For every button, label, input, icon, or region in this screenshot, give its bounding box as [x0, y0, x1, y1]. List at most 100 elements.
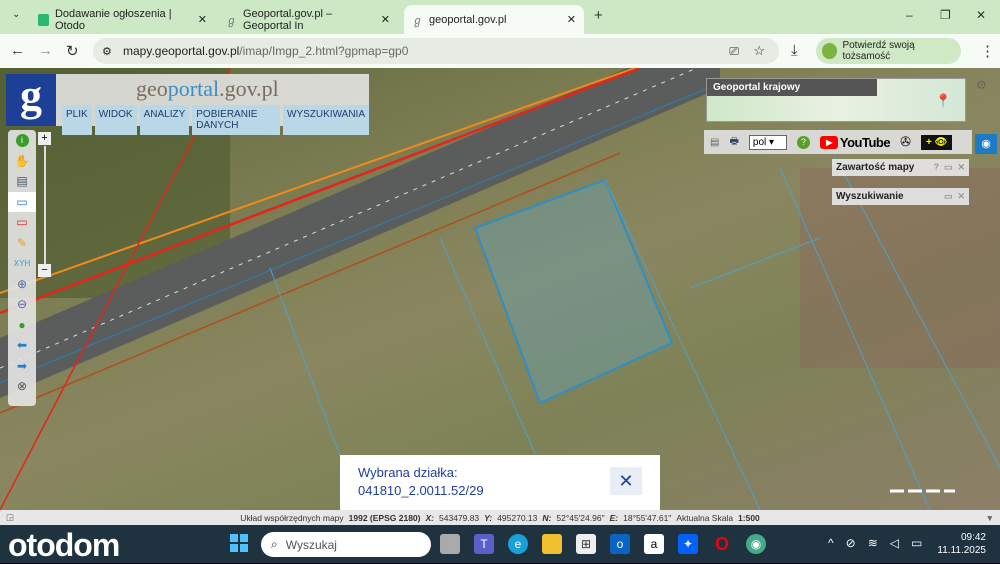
- tab-geoportal-info[interactable]: ℊ Geoportal.gov.pl – Geoportal In ✕: [218, 5, 398, 34]
- back-icon[interactable]: ←: [10, 42, 25, 59]
- url-host: mapy.geoportal.gov.pl: [123, 44, 240, 58]
- outlook-icon[interactable]: o: [610, 534, 630, 554]
- eye-view-icon[interactable]: ◉: [975, 134, 997, 154]
- menu-wyszukiwania[interactable]: WYSZUKIWANIA: [283, 105, 369, 135]
- reload-icon[interactable]: ↻: [66, 42, 79, 60]
- zoom-in-icon[interactable]: ⊕: [8, 274, 36, 295]
- notifications-off-icon[interactable]: ⊘: [846, 536, 856, 550]
- panel-title: Wyszukiwanie: [836, 191, 904, 202]
- wifi-icon[interactable]: ≋: [868, 536, 878, 550]
- close-icon[interactable]: ✕: [957, 162, 965, 173]
- help-icon[interactable]: ?: [796, 135, 810, 149]
- overview-map[interactable]: Geoportal krajowy 📍: [706, 78, 966, 122]
- store-icon[interactable]: ⊞: [576, 534, 596, 554]
- legend-icon[interactable]: ▤: [8, 171, 36, 192]
- start-icon[interactable]: [230, 534, 248, 552]
- download-icon[interactable]: ⤓: [791, 42, 798, 59]
- tab-geoportal[interactable]: ℊ geoportal.gov.pl ✕: [404, 5, 584, 34]
- site-info-icon[interactable]: ⚙: [102, 45, 112, 58]
- help-icon[interactable]: ?: [933, 162, 939, 173]
- edge-icon[interactable]: e: [508, 534, 528, 554]
- language-select[interactable]: pol ▾: [748, 134, 787, 150]
- overview-map-title: Geoportal krajowy: [707, 79, 877, 96]
- volume-icon[interactable]: ◁: [890, 536, 899, 550]
- select-red-icon[interactable]: ▭: [8, 212, 36, 233]
- dropbox-icon[interactable]: ✦: [678, 534, 698, 554]
- x-coordinate: 543479.83: [438, 512, 480, 523]
- file-explorer-icon[interactable]: [542, 534, 562, 554]
- close-icon[interactable]: ✕: [957, 191, 965, 202]
- tab-search-icon[interactable]: ⌄: [12, 9, 20, 20]
- list-icon[interactable]: ▤: [710, 137, 719, 148]
- chrome-icon[interactable]: ◉: [746, 534, 766, 554]
- menu-pobieranie-danych[interactable]: POBIERANIE DANYCH: [192, 105, 281, 135]
- panel-map-contents[interactable]: Zawartość mapy ? ▭ ✕: [832, 159, 969, 176]
- tab-title: Geoportal.gov.pl – Geoportal In: [243, 7, 333, 32]
- pencil-icon[interactable]: ✎: [8, 233, 36, 254]
- menu-icon[interactable]: ⋮: [980, 42, 995, 60]
- panel-title: Zawartość mapy: [836, 162, 915, 173]
- show-hidden-icon[interactable]: ^: [828, 536, 834, 550]
- close-tab-icon[interactable]: ✕: [198, 13, 207, 26]
- battery-icon[interactable]: ▭: [911, 536, 922, 550]
- taskbar-search[interactable]: ⌕ Wyszukaj: [261, 532, 431, 557]
- close-tab-icon[interactable]: ✕: [381, 13, 390, 26]
- minimize-button[interactable]: –: [906, 8, 913, 22]
- film-reel-icon[interactable]: ✇: [900, 134, 911, 150]
- geoportal-logo[interactable]: g: [6, 74, 56, 126]
- menu-widok[interactable]: WIDOK: [94, 105, 137, 135]
- verify-label: Potwierdź swoją tożsamość: [842, 40, 915, 62]
- amazon-icon[interactable]: a: [644, 534, 664, 554]
- maximize-icon[interactable]: ▭: [944, 162, 953, 173]
- close-window-button[interactable]: ✕: [976, 8, 986, 22]
- xyh-icon[interactable]: XYH: [8, 253, 36, 274]
- zoom-in-button[interactable]: +: [38, 132, 51, 145]
- install-app-icon[interactable]: ⎚: [729, 44, 739, 59]
- task-view-icon[interactable]: [440, 534, 460, 554]
- selected-parcel[interactable]: [473, 178, 674, 405]
- restore-button[interactable]: ❐: [940, 8, 951, 22]
- opera-icon[interactable]: O: [712, 534, 732, 554]
- url-path: /imap/Imgp_2.html?gpmap=gp0: [239, 44, 409, 58]
- map-canvas[interactable]: g geoportal.gov.pl PLIK WIDOK ANALIZY PO…: [0, 68, 1000, 510]
- menu-analizy[interactable]: ANALIZY: [139, 105, 190, 135]
- full-extent-icon[interactable]: ⊗: [8, 376, 36, 397]
- latitude: 52°45'24.96": [556, 512, 605, 523]
- location-marker-icon: 📍: [935, 93, 952, 108]
- map-tools: i ✋ ▤ ▭ ▭ ✎ XYH ⊕ ⊖ ● ⬅ ➡ ⊗: [8, 130, 36, 406]
- address-bar[interactable]: ⚙ mapy.geoportal.gov.pl/imap/Imgp_2.html…: [93, 38, 779, 64]
- forward-arrow-icon[interactable]: ➡: [8, 356, 36, 377]
- panel-search[interactable]: Wyszukiwanie ▭ ✕: [832, 188, 969, 205]
- zoom-track[interactable]: [44, 146, 46, 264]
- info-icon[interactable]: i: [8, 130, 36, 151]
- tab-otodom[interactable]: Dodawanie ogłoszenia | Otodo ✕: [30, 5, 215, 34]
- taskbar: otodom ⌕ Wyszukaj T e ⊞ o a ✦ O ◉ ^ ⊘ ≋ ◁…: [0, 525, 1000, 563]
- accessibility-contrast-button[interactable]: + 👁: [921, 134, 953, 150]
- verify-identity-button[interactable]: Potwierdź swoją tożsamość: [816, 38, 961, 64]
- forward-icon[interactable]: →: [38, 42, 53, 59]
- settings-gears-icon[interactable]: ⚙: [976, 78, 987, 92]
- crs-value[interactable]: 1992 (EPSG 2180): [349, 513, 421, 523]
- close-popup-button[interactable]: ✕: [610, 467, 642, 495]
- close-tab-icon[interactable]: ✕: [567, 13, 576, 26]
- browser-tab-bar: ⌄ Dodawanie ogłoszenia | Otodo ✕ ℊ Geopo…: [0, 0, 1000, 34]
- new-tab-button[interactable]: +: [594, 7, 603, 24]
- youtube-link[interactable]: ▶ YouTube: [819, 135, 891, 150]
- zoom-out-button[interactable]: −: [38, 264, 51, 277]
- resize-icon[interactable]: ◲: [6, 512, 14, 523]
- collapse-icon[interactable]: ▼: [986, 513, 994, 523]
- globe-icon[interactable]: ●: [8, 315, 36, 336]
- youtube-play-icon: ▶: [819, 135, 838, 149]
- select-rect-icon[interactable]: ▭: [8, 191, 36, 212]
- hand-icon[interactable]: ✋: [8, 151, 36, 172]
- maximize-icon[interactable]: ▭: [944, 191, 953, 202]
- zoom-slider[interactable]: + −: [38, 132, 52, 278]
- print-icon[interactable]: 🖶: [729, 134, 738, 151]
- bookmark-star-icon[interactable]: ☆: [753, 43, 765, 59]
- teams-icon[interactable]: T: [474, 534, 494, 554]
- zoom-out-icon[interactable]: ⊖: [8, 294, 36, 315]
- clock[interactable]: 09:42 11.11.2025: [937, 531, 986, 557]
- menu-plik[interactable]: PLIK: [62, 105, 92, 135]
- tab-title: geoportal.gov.pl: [429, 13, 507, 26]
- back-arrow-icon[interactable]: ⬅: [8, 335, 36, 356]
